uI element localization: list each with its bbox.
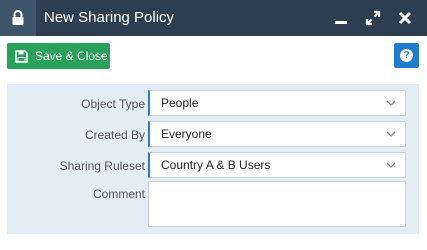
maximize-button[interactable] xyxy=(360,0,386,36)
created-by-label: Created By xyxy=(84,128,145,142)
sharing-ruleset-value: Country A & B Users xyxy=(161,158,271,172)
sharing-ruleset-select[interactable]: Country A & B Users xyxy=(148,152,406,178)
created-by-value: Everyone xyxy=(161,127,212,141)
chevron-down-icon xyxy=(386,100,396,106)
title-bar: New Sharing Policy xyxy=(0,0,427,36)
chevron-down-icon xyxy=(386,162,396,168)
dialog-title: New Sharing Policy xyxy=(44,9,175,26)
floppy-disk-icon xyxy=(15,49,28,63)
comment-field[interactable] xyxy=(148,181,406,227)
lock-icon xyxy=(0,0,36,36)
question-circle-icon: ? xyxy=(400,49,413,62)
save-and-close-button[interactable]: Save & Close xyxy=(7,43,110,69)
sharing-ruleset-label: Sharing Ruleset xyxy=(59,159,145,173)
close-icon xyxy=(398,11,412,25)
close-button[interactable] xyxy=(392,0,418,36)
minimize-icon xyxy=(335,21,347,24)
save-button-label: Save & Close xyxy=(35,49,108,63)
object-type-value: People xyxy=(161,96,199,110)
help-button[interactable]: ? xyxy=(394,43,419,68)
created-by-select[interactable]: Everyone xyxy=(148,121,406,147)
object-type-select[interactable]: People xyxy=(148,90,406,116)
policy-form: Object Type People Created By Everyone S… xyxy=(7,84,419,234)
minimize-button[interactable] xyxy=(328,0,354,36)
object-type-label: Object Type xyxy=(81,97,145,111)
sharing-policy-dialog: New Sharing Policy Save & Close ? Object… xyxy=(0,0,427,250)
expand-icon xyxy=(365,10,381,26)
comment-label: Comment xyxy=(92,187,145,201)
chevron-down-icon xyxy=(386,131,396,137)
